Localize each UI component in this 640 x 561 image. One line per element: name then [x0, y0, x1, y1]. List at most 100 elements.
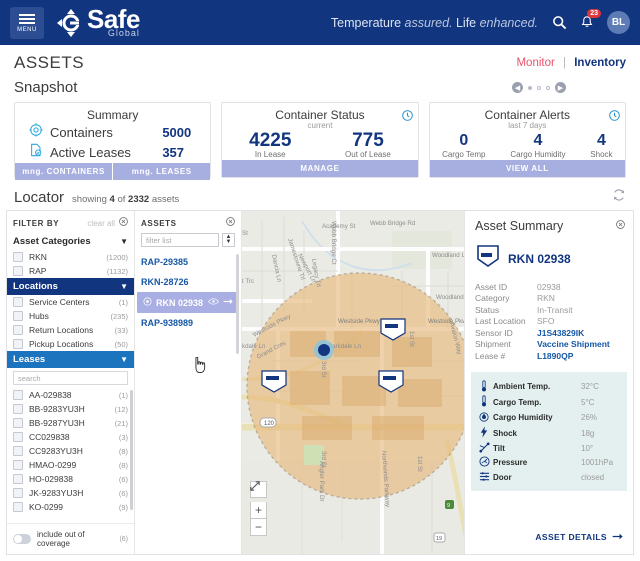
checkbox[interactable]	[13, 404, 23, 414]
carousel-prev-button[interactable]: ◀	[512, 82, 523, 93]
snapshot-carousel: ◀ ▶	[512, 82, 626, 93]
sensor-label: Tilt	[493, 443, 505, 453]
asset-item-rkn-28726[interactable]: RKN-28726	[135, 272, 241, 292]
checkbox[interactable]	[13, 488, 23, 498]
field-key: Category	[475, 293, 510, 303]
sensor-label: Cargo Humidity	[493, 413, 553, 422]
filter-item-label: Pickup Locations	[29, 339, 94, 349]
field-value-link[interactable]: L1890QP	[537, 351, 573, 361]
clock-icon[interactable]	[609, 108, 620, 126]
field-value: RKN	[537, 293, 555, 303]
asset-item-rkn-02938[interactable]: RKN 02938	[137, 292, 239, 313]
bell-icon[interactable]: 23	[580, 9, 601, 30]
lease-item[interactable]: AA-029838 (1)	[7, 388, 134, 402]
close-circle-icon[interactable]	[119, 217, 128, 229]
checkbox[interactable]	[13, 311, 23, 321]
lease-item[interactable]: BB-9283YU3H (12)	[7, 402, 134, 416]
search-icon[interactable]	[552, 15, 567, 30]
csafe-logo-icon	[56, 8, 86, 38]
checkbox[interactable]	[13, 432, 23, 442]
filter-item-count: (50)	[114, 339, 128, 349]
lease-item[interactable]: KO-0299 (9)	[7, 500, 134, 514]
out-of-coverage-toggle[interactable]	[13, 534, 31, 544]
svg-text:1st St: 1st St	[408, 331, 415, 347]
checkbox[interactable]	[13, 390, 23, 400]
asset-filter-input[interactable]: filter list	[141, 233, 219, 247]
tab-inventory[interactable]: Inventory	[574, 57, 626, 69]
checkbox[interactable]	[13, 460, 23, 470]
eye-icon[interactable]	[208, 297, 219, 308]
lease-item-label: BB-9287YU3H	[29, 418, 85, 428]
zoom-out-button[interactable]: −	[250, 519, 267, 536]
carousel-dot-2[interactable]	[537, 85, 541, 90]
menu-button[interactable]: MENU	[10, 6, 44, 39]
summary-row-active-leases: Active Leases 357	[29, 143, 196, 162]
locator-bar: Locator showing 4 of 2332 assets	[0, 178, 640, 210]
checkbox[interactable]	[13, 446, 23, 456]
asset-list-scrollbar[interactable]	[236, 254, 239, 354]
lease-item[interactable]: HMAO-0299 (8)	[7, 458, 134, 472]
checkbox[interactable]	[13, 325, 23, 335]
map-canvas[interactable]: Academy St Webb Bridge Rd St Woodland Ln…	[242, 211, 465, 554]
filter-section-asset-categories[interactable]: Asset Categories ▼	[7, 233, 134, 250]
filter-item-rkn[interactable]: RKN (1200)	[7, 250, 134, 264]
summary-label-active-leases: Active Leases	[50, 145, 131, 160]
carousel-dot-1[interactable]	[528, 85, 532, 90]
carousel-next-button[interactable]: ▶	[555, 82, 566, 93]
lease-search-input[interactable]: search	[13, 371, 128, 385]
clock-icon[interactable]	[401, 108, 413, 126]
manage-leases-button[interactable]: mng. LEASES	[112, 163, 211, 180]
lease-item[interactable]: BB-9287YU3H (21)	[7, 416, 134, 430]
field-value-link[interactable]: J1S43829IK	[537, 328, 584, 338]
checkbox[interactable]	[13, 502, 23, 512]
checkbox[interactable]	[13, 418, 23, 428]
close-circle-icon[interactable]	[226, 217, 235, 229]
arrow-right-icon[interactable]	[223, 297, 233, 308]
arrow-right-icon[interactable]	[612, 528, 623, 546]
tagline-part-3: Life	[452, 15, 480, 30]
filter-item-return-locations[interactable]: Return Locations (33)	[7, 323, 134, 337]
manage-containers-button[interactable]: mng. CONTAINERS	[15, 163, 113, 180]
header-tagline: Temperature assured. Life enhanced.	[331, 16, 538, 30]
asset-item-rap-29385[interactable]: RAP-29385	[135, 252, 241, 272]
checkbox[interactable]	[13, 252, 23, 262]
clear-all-button[interactable]: clear all	[87, 219, 115, 228]
asset-details-link[interactable]: ASSET DETAILS	[535, 532, 607, 542]
expand-icon[interactable]	[250, 481, 267, 498]
lease-item-label: AA-029838	[29, 390, 72, 400]
out-of-coverage-toggle-row[interactable]: include out of coverage (6)	[7, 523, 134, 554]
avatar[interactable]: BL	[607, 11, 630, 34]
lease-item[interactable]: HO-029838 (6)	[7, 472, 134, 486]
close-circle-icon[interactable]	[616, 220, 625, 232]
out-of-coverage-count: (6)	[119, 535, 128, 543]
field-value-link[interactable]: Vaccine Shipment	[537, 339, 610, 349]
filter-item-hubs[interactable]: Hubs (235)	[7, 309, 134, 323]
carousel-dot-3[interactable]	[546, 85, 550, 90]
filter-item-service-centers[interactable]: Service Centers (1)	[7, 295, 134, 309]
app-header: MENU Safe Global Temperature assured. Li…	[0, 0, 640, 45]
lease-item[interactable]: CC9283YU3H (8)	[7, 444, 134, 458]
manage-button[interactable]: MANAGE	[222, 160, 418, 177]
checkbox[interactable]	[13, 266, 23, 276]
refresh-icon[interactable]	[612, 188, 626, 205]
document-check-icon	[29, 143, 43, 162]
tab-monitor[interactable]: Monitor	[516, 57, 554, 69]
checkbox[interactable]	[13, 297, 23, 307]
brand-logo[interactable]: Safe Global	[56, 6, 140, 38]
summary-value-active-leases: 357	[162, 145, 185, 160]
checkbox[interactable]	[13, 474, 23, 484]
filter-section-leases[interactable]: Leases ▼	[7, 351, 134, 368]
field-last-location: Last Location SFO	[475, 316, 623, 326]
filter-item-rap[interactable]: RAP (1132)	[7, 264, 134, 278]
filter-section-locations[interactable]: Locations ▼	[7, 278, 134, 295]
lease-list-scrollbar[interactable]	[130, 390, 133, 510]
checkbox[interactable]	[13, 339, 23, 349]
filter-item-pickup-locations[interactable]: Pickup Locations (50)	[7, 337, 134, 351]
lease-item[interactable]: CC029838 (3)	[7, 430, 134, 444]
lease-item[interactable]: JK-9283YU3H (6)	[7, 486, 134, 500]
showing-mid: of	[114, 194, 129, 205]
view-all-button[interactable]: VIEW ALL	[429, 160, 625, 177]
asset-sort-stepper[interactable]: ▲ ▼	[222, 233, 235, 247]
sensor-pressure: Pressure 1001hPa	[475, 456, 623, 469]
zoom-in-button[interactable]: +	[250, 502, 267, 519]
